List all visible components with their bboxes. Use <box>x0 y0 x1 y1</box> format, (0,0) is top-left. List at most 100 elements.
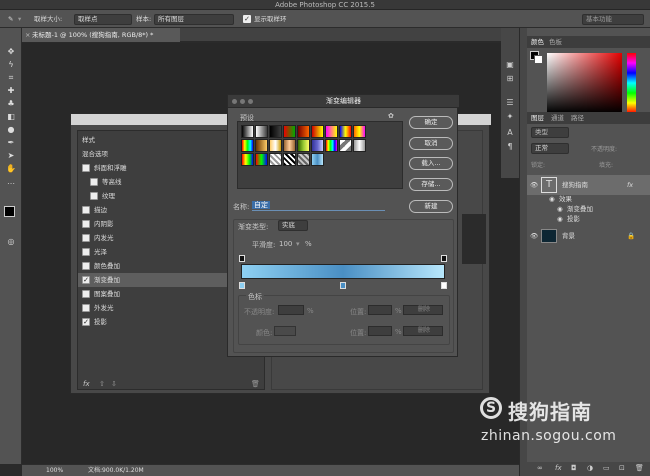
style-checkbox[interactable] <box>90 192 98 200</box>
show-ring-checkbox[interactable]: ✓ <box>243 15 251 23</box>
gradient-preset-swatch[interactable] <box>339 139 352 152</box>
adjust-icon[interactable]: ☰ <box>501 98 519 107</box>
eyedropper-tool-icon[interactable]: ✎ <box>8 10 13 28</box>
visibility-eye-icon[interactable]: 👁 <box>530 177 538 193</box>
gradient-preset-swatch[interactable] <box>283 139 296 152</box>
tab-channels[interactable]: 通道 <box>551 112 564 124</box>
save-button[interactable]: 存储... <box>409 178 453 191</box>
history-icon[interactable]: ▣ <box>501 60 519 69</box>
layer-row-background[interactable]: 👁 背景 🔒 <box>527 227 650 245</box>
style-checkbox[interactable] <box>82 248 90 256</box>
document-tab[interactable]: × 未标题-1 @ 100% (搜狗指南, RGB/8*) * <box>22 28 180 42</box>
blur-tool-icon[interactable]: ● <box>0 124 22 135</box>
tab-color[interactable]: 颜色 <box>531 36 544 48</box>
close-tab-icon[interactable]: × <box>25 28 30 42</box>
gradient-preset-swatch[interactable] <box>255 153 268 166</box>
gradient-preset-swatch[interactable] <box>297 153 310 166</box>
load-button[interactable]: 载入... <box>409 157 453 170</box>
style-checkbox[interactable] <box>82 220 90 228</box>
smooth-value[interactable]: 100 <box>279 240 292 248</box>
effect-shadow-row[interactable]: ◉ 投影 <box>527 214 650 224</box>
eraser-tool-icon[interactable]: ◧ <box>0 111 22 122</box>
tab-swatches[interactable]: 色板 <box>549 36 562 48</box>
trash-icon[interactable]: 🗑 <box>251 380 260 388</box>
ok-button[interactable]: 确定 <box>409 116 453 129</box>
style-checkbox[interactable]: ✓ <box>82 318 90 326</box>
stop-color-swatch[interactable] <box>274 326 296 336</box>
style-checkbox[interactable] <box>90 178 98 186</box>
move-down-icon[interactable]: ⇩ <box>111 380 117 388</box>
layer-row-text[interactable]: 👁 T 搜狗指南 fx <box>527 175 650 195</box>
style-checkbox[interactable]: ✓ <box>82 276 90 284</box>
cancel-button[interactable]: 取消 <box>409 137 453 150</box>
path-select-icon[interactable]: ➤ <box>0 150 22 161</box>
effect-eye-icon[interactable]: ◉ <box>557 204 563 214</box>
tab-paths[interactable]: 路径 <box>571 112 584 124</box>
crop-tool-icon[interactable]: ⌗ <box>0 72 22 83</box>
opacity-stop-left[interactable] <box>239 255 245 262</box>
new-layer-icon[interactable]: ⊡ <box>619 464 625 472</box>
sample-size-select[interactable]: 取样点 <box>74 14 132 25</box>
gradient-preset-swatch[interactable] <box>269 139 282 152</box>
gear-icon[interactable]: ✿ <box>388 112 394 120</box>
effect-eye-icon[interactable]: ◉ <box>557 214 563 224</box>
smooth-dropdown-icon[interactable]: ▾ <box>296 240 300 248</box>
add-style-icon[interactable]: fx <box>555 464 562 472</box>
character-icon[interactable]: A <box>501 128 519 137</box>
more-tools-icon[interactable]: ⋯ <box>0 178 22 189</box>
style-checkbox[interactable] <box>82 290 90 298</box>
zoom-level[interactable]: 100% <box>46 465 63 476</box>
clone-stamp-icon[interactable]: ♣ <box>0 98 22 109</box>
visibility-eye-icon[interactable]: 👁 <box>530 227 538 245</box>
hue-slider[interactable] <box>627 53 636 113</box>
hand-tool-icon[interactable]: ✋ <box>0 163 22 174</box>
color-location-input[interactable] <box>368 326 392 336</box>
gradient-preset-swatch[interactable] <box>283 153 296 166</box>
effects-eye-icon[interactable]: ◉ <box>549 194 555 204</box>
gradient-preset-swatch[interactable] <box>241 139 254 152</box>
pen-tool-icon[interactable]: ✒ <box>0 137 22 148</box>
delete-layer-icon[interactable]: 🗑 <box>635 464 644 472</box>
healing-tool-icon[interactable]: ✚ <box>0 85 22 96</box>
effect-gradient-row[interactable]: ◉ 渐变叠加 <box>527 204 650 214</box>
layer-filter-select[interactable]: 类型 <box>531 127 569 138</box>
stop-location-input[interactable] <box>368 305 392 315</box>
new-button[interactable]: 新建 <box>409 200 453 213</box>
quick-mask-icon[interactable]: ◎ <box>0 236 22 247</box>
style-checkbox[interactable] <box>82 234 90 242</box>
stop-opacity-input[interactable] <box>278 305 304 315</box>
fx-menu-icon[interactable]: fx <box>83 380 90 388</box>
color-bg-swatch[interactable] <box>534 55 543 64</box>
effects-row[interactable]: ◉ 效果 <box>527 194 650 204</box>
sample-select[interactable]: 所有图层 <box>154 14 234 25</box>
gradient-preset-swatch[interactable] <box>297 125 310 138</box>
delete-opacity-stop-button[interactable]: 删除 <box>403 305 443 315</box>
color-field[interactable] <box>547 53 622 113</box>
mask-icon[interactable]: ◘ <box>571 464 577 472</box>
gradient-preset-swatch[interactable] <box>311 125 324 138</box>
style-checkbox[interactable] <box>82 164 90 172</box>
paragraph-icon[interactable]: ¶ <box>501 142 519 151</box>
gradient-preset-swatch[interactable] <box>339 125 352 138</box>
gradient-preset-swatch[interactable] <box>353 125 366 138</box>
lasso-tool-icon[interactable]: ϟ <box>0 59 22 70</box>
style-checkbox[interactable] <box>82 304 90 312</box>
gradient-preset-swatch[interactable] <box>283 125 296 138</box>
tab-layers[interactable]: 图层 <box>531 112 544 124</box>
fx-icon[interactable]: fx <box>627 177 633 193</box>
gradient-preset-swatch[interactable] <box>311 139 324 152</box>
brush-preset-icon[interactable]: ✦ <box>501 112 519 121</box>
gradient-bar[interactable] <box>241 264 445 279</box>
move-tool-icon[interactable]: ✥ <box>0 46 22 57</box>
gradient-preset-swatch[interactable] <box>255 139 268 152</box>
style-checkbox[interactable] <box>82 206 90 214</box>
close-dot-icon[interactable] <box>232 99 237 104</box>
gradient-preset-swatch[interactable] <box>353 139 366 152</box>
opacity-stop-right[interactable] <box>441 255 447 262</box>
properties-icon[interactable]: ⊞ <box>501 74 519 83</box>
type-select[interactable]: 实底 <box>278 220 308 231</box>
foreground-color-swatch[interactable] <box>4 206 15 217</box>
gradient-preset-swatch[interactable] <box>241 125 254 138</box>
gradient-preset-swatch[interactable] <box>311 153 324 166</box>
zoom-dot-icon[interactable] <box>248 99 253 104</box>
